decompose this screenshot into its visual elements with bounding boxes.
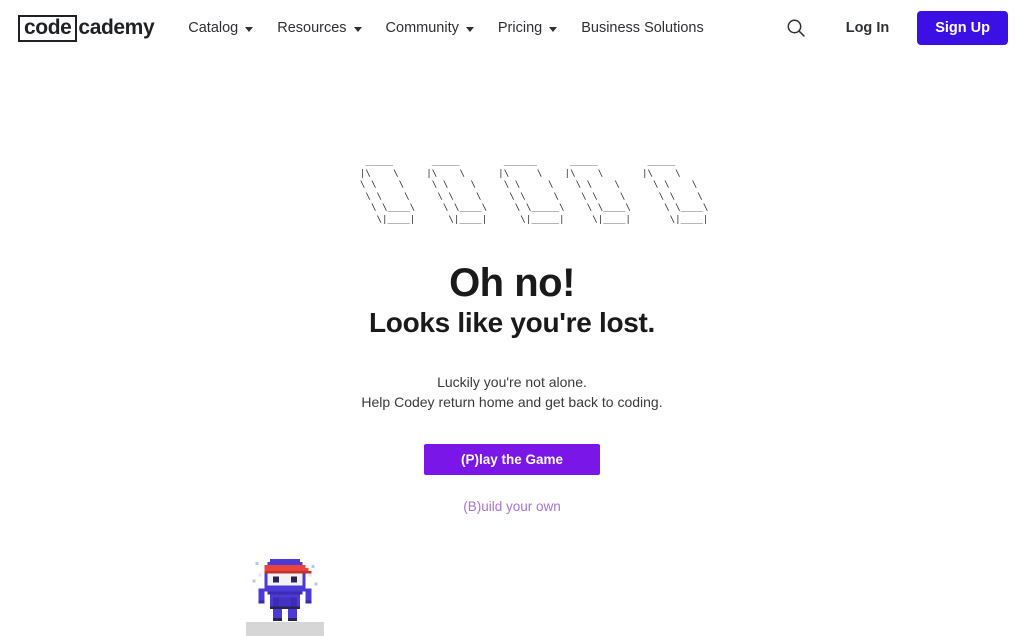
error-description-line-2: Help Codey return home and get back to c… (361, 393, 663, 410)
codey-sprite-icon (252, 558, 318, 622)
codey-character-area (236, 556, 346, 636)
chevron-down-icon (465, 26, 474, 32)
site-header: code cademy Catalog Resources Community P… (0, 0, 1024, 56)
chevron-down-icon (353, 26, 362, 32)
play-the-game-button[interactable]: (P)lay the Game (424, 443, 600, 475)
signup-button[interactable]: Sign Up (917, 11, 1008, 45)
nav-item-label: Catalog (188, 20, 239, 36)
logo-rest-text: cademy (78, 16, 155, 39)
codecademy-logo[interactable]: code cademy (18, 14, 155, 42)
codey-ninja-character (246, 556, 324, 636)
chevron-down-icon (245, 26, 254, 32)
nav-item-catalog[interactable]: Catalog (176, 14, 265, 42)
logo-boxed-text: code (18, 14, 78, 42)
search-icon (787, 19, 805, 37)
main-navigation: Catalog Resources Community Pricing Busi… (176, 14, 715, 42)
build-your-own-link[interactable]: (B)uild your own (463, 499, 561, 514)
nav-item-pricing[interactable]: Pricing (486, 14, 569, 42)
error-description: Luckily you're not alone. Help Codey ret… (361, 372, 662, 412)
nav-item-business-solutions[interactable]: Business Solutions (569, 14, 716, 42)
header-actions: Log In Sign Up (776, 8, 1008, 48)
login-link[interactable]: Log In (830, 12, 906, 44)
search-button[interactable] (776, 8, 816, 48)
headline-primary: Oh no! (449, 260, 575, 305)
ascii-art-404: _____ _____ ______ _____ _____ |\ \ |\ \… (359, 156, 709, 225)
nav-item-label: Business Solutions (581, 20, 704, 36)
nav-item-community[interactable]: Community (374, 14, 486, 42)
nav-item-label: Resources (277, 20, 347, 36)
nav-item-resources[interactable]: Resources (265, 14, 373, 42)
error-description-line-1: Luckily you're not alone. (437, 373, 587, 390)
page-title: Oh no! Looks like you're lost. (369, 261, 655, 340)
ground-platform (246, 622, 324, 636)
nav-item-label: Pricing (497, 20, 543, 36)
chevron-down-icon (549, 26, 558, 32)
error-page-main: _____ _____ ______ _____ _____ |\ \ |\ \… (0, 56, 1024, 636)
headline-secondary: Looks like you're lost. (368, 306, 656, 338)
nav-item-label: Community (385, 20, 459, 36)
